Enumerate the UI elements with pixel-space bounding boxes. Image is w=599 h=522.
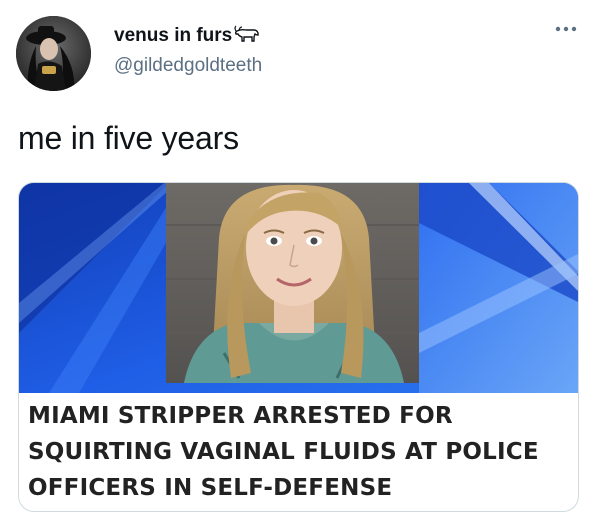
headline-line: SQUIRTING VAGINAL FLUIDS AT POLICE (28, 439, 539, 465)
profile-photo (16, 16, 91, 91)
more-options-button[interactable] (553, 22, 579, 36)
link-card[interactable]: MIAMI STRIPPER ARRESTED FOR SQUIRTING VA… (18, 182, 579, 512)
display-name-text: venus in furs (114, 25, 233, 46)
tweet-text: me in five years (18, 120, 239, 156)
card-headline: MIAMI STRIPPER ARRESTED FOR SQUIRTING VA… (28, 398, 568, 506)
user-handle[interactable]: @gildedgoldteeth (114, 55, 262, 77)
headline-line: MIAMI STRIPPER ARRESTED FOR (28, 403, 453, 429)
ox-emoji-icon (234, 25, 260, 49)
display-name[interactable]: venus in furs (114, 25, 260, 49)
headline-line: OFFICERS IN SELF-DEFENSE (28, 475, 393, 501)
news-broadcast-photo (19, 183, 578, 393)
avatar[interactable] (16, 16, 91, 91)
more-options-icon (555, 26, 577, 32)
